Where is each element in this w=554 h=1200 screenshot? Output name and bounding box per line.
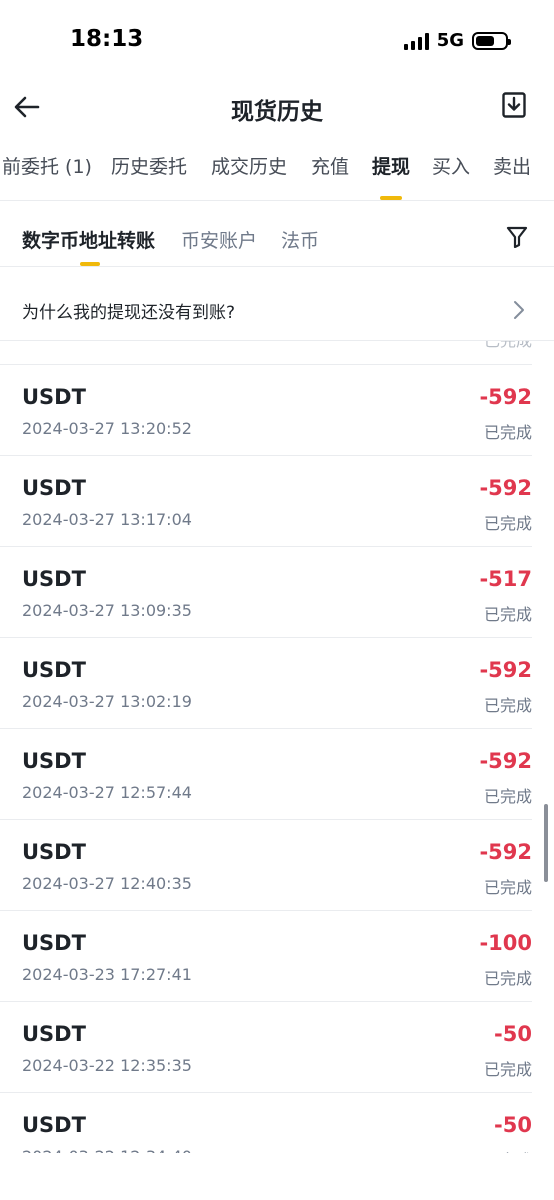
coin-name: USDT bbox=[22, 476, 86, 500]
tab-open-orders[interactable]: 前委托 (1) bbox=[2, 152, 92, 179]
withdraw-faq-link[interactable]: 为什么我的提现还没有到账? bbox=[0, 278, 554, 340]
coin-name: USDT bbox=[22, 567, 86, 591]
amount: -592 bbox=[479, 749, 532, 773]
amount: -592 bbox=[479, 658, 532, 682]
timestamp: 2024-03-23 17:27:41 bbox=[22, 965, 192, 984]
battery-icon bbox=[472, 31, 511, 50]
download-icon bbox=[502, 92, 526, 118]
withdrawal-row[interactable]: USDT 2024-03-27 13:20:52 -592 已完成 bbox=[0, 365, 554, 456]
amount: -592 bbox=[479, 840, 532, 864]
timestamp: 2024-03-27 13:20:52 bbox=[22, 419, 192, 438]
download-button[interactable] bbox=[502, 92, 532, 122]
withdrawal-row[interactable]: USDT 2024-03-27 13:02:19 -592 已完成 bbox=[0, 638, 554, 729]
coin-name: USDT bbox=[22, 840, 86, 864]
tab-buy[interactable]: 买入 bbox=[432, 152, 470, 179]
coin-name: USDT bbox=[22, 749, 86, 773]
withdrawal-list[interactable]: 已完成 USDT 2024-03-27 13:20:52 -592 已完成 USDT 20… bbox=[0, 341, 554, 1153]
filter-button[interactable] bbox=[506, 226, 530, 250]
network-type: 5G bbox=[436, 30, 464, 51]
funnel-icon bbox=[506, 226, 528, 249]
chevron-right-icon bbox=[514, 301, 524, 319]
withdrawal-row[interactable]: USDT 2024-03-27 12:40:35 -592 已完成 bbox=[0, 820, 554, 911]
amount: -50 bbox=[494, 1113, 532, 1137]
status-text: 已完成 bbox=[483, 696, 532, 715]
withdrawal-row[interactable]: USDT 2024-03-27 13:17:04 -592 已完成 bbox=[0, 456, 554, 547]
tab-sell[interactable]: 卖出 bbox=[493, 152, 531, 179]
timestamp: 2024-03-27 13:09:35 bbox=[22, 601, 192, 620]
withdrawal-row[interactable]: USDT 2024-03-22 12:35:35 -50 已完成 bbox=[0, 1002, 554, 1093]
coin-name: USDT bbox=[22, 1022, 86, 1046]
signal-icon bbox=[403, 32, 429, 50]
coin-name: USDT bbox=[22, 658, 86, 682]
timestamp: 2024-03-27 13:02:19 bbox=[22, 692, 192, 711]
status-text: 已完成 bbox=[483, 605, 532, 624]
status-text: 已完成 bbox=[484, 341, 532, 351]
status-text: 已完成 bbox=[483, 969, 532, 988]
page-title: 现货历史 bbox=[231, 99, 323, 125]
coin-name: USDT bbox=[22, 1113, 86, 1137]
scrollbar[interactable] bbox=[544, 804, 548, 882]
tab-withdraw[interactable]: 提现 bbox=[372, 152, 410, 179]
timestamp: 2024-03-22 12:34:40 bbox=[22, 1147, 192, 1153]
tab-deposit[interactable]: 充值 bbox=[311, 152, 349, 179]
amount: -517 bbox=[479, 567, 532, 591]
status-text: 已完成 bbox=[484, 1147, 532, 1153]
withdrawal-row[interactable]: USDT 2024-03-23 17:27:41 -100 已完成 bbox=[0, 911, 554, 1002]
status-bar: 18:13 5G bbox=[0, 0, 554, 80]
amount: -50 bbox=[494, 1022, 532, 1046]
timestamp: 2024-03-27 13:17:04 bbox=[22, 510, 192, 529]
withdrawal-row[interactable]: USDT 2024-03-27 13:09:35 -517 已完成 bbox=[0, 547, 554, 638]
history-tabs: 前委托 (1) 历史委托 成交历史 充值 提现 买入 卖出 bbox=[0, 152, 554, 202]
tab-trade-history[interactable]: 成交历史 bbox=[211, 152, 287, 179]
status-text: 已完成 bbox=[483, 787, 532, 806]
faq-text: 为什么我的提现还没有到账? bbox=[22, 303, 236, 323]
coin-name: USDT bbox=[22, 385, 86, 409]
amount: -592 bbox=[479, 385, 532, 409]
status-text: 已完成 bbox=[483, 514, 532, 533]
timestamp: 2024-03-27 12:57:44 bbox=[22, 783, 192, 802]
status-text: 已完成 bbox=[483, 423, 532, 442]
tab-order-history[interactable]: 历史委托 bbox=[111, 152, 187, 179]
amount: -592 bbox=[479, 476, 532, 500]
subtab-binance-account[interactable]: 币安账户 bbox=[181, 226, 257, 253]
withdrawal-row[interactable]: USDT 2024-03-27 12:57:44 -592 已完成 bbox=[0, 729, 554, 820]
status-text: 已完成 bbox=[483, 878, 532, 897]
status-text: 已完成 bbox=[483, 1060, 532, 1079]
subtab-crypto-address[interactable]: 数字币地址转账 bbox=[22, 226, 155, 253]
withdrawal-row[interactable]: USDT 2024-03-22 12:34:40 -50 已完成 bbox=[0, 1093, 554, 1153]
coin-name: USDT bbox=[22, 931, 86, 955]
timestamp: 2024-03-27 12:40:35 bbox=[22, 874, 192, 893]
withdraw-subtabs: 数字币地址转账 币安账户 法币 bbox=[0, 226, 554, 266]
divider bbox=[0, 200, 554, 201]
amount: -100 bbox=[479, 931, 532, 955]
status-indicators: 5G bbox=[403, 30, 511, 51]
header: 现货历史 bbox=[0, 80, 554, 136]
subtab-fiat[interactable]: 法币 bbox=[281, 226, 319, 253]
divider bbox=[0, 266, 554, 267]
status-time: 18:13 bbox=[70, 26, 144, 52]
timestamp: 2024-03-22 12:35:35 bbox=[22, 1056, 192, 1075]
